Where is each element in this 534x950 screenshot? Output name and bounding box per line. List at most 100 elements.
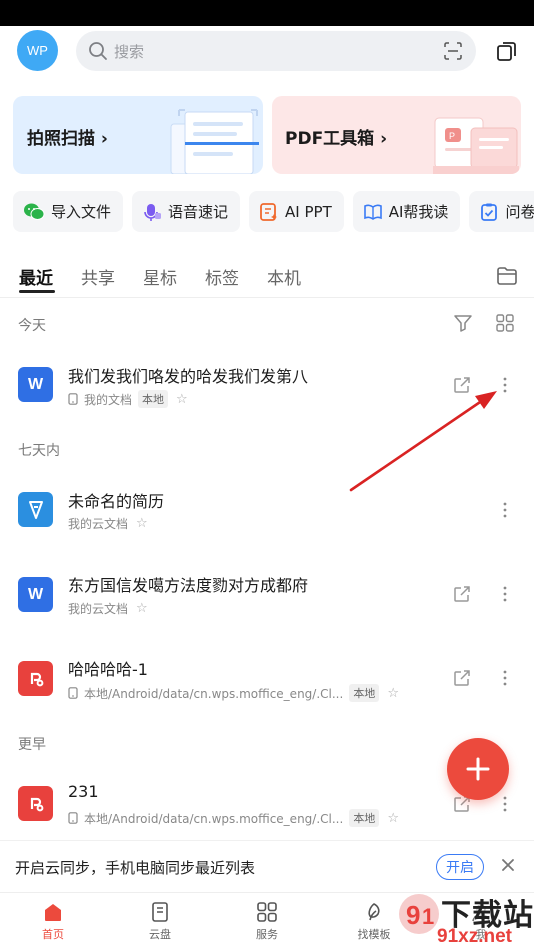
scan-card[interactable]: 拍照扫描 › (13, 96, 263, 174)
share-icon[interactable] (453, 376, 471, 394)
resume-icon (28, 500, 43, 519)
pdf-file-icon (18, 661, 53, 696)
active-tab-indicator (19, 290, 55, 293)
template-icon (368, 903, 380, 921)
file-row[interactable]: 哈哈哈哈-1 本地/Android/data/cn.wps.moffice_en… (0, 636, 534, 720)
enable-sync-button[interactable]: 开启 (436, 854, 484, 880)
site-watermark: 9 1 下载站 91xz.net (395, 886, 534, 950)
section-week: 七天内 (18, 443, 60, 459)
resume-file-icon (18, 492, 53, 527)
more-icon[interactable] (496, 669, 514, 687)
pdf-icon (30, 797, 43, 811)
file-meta: 我的云文档 ☆ (68, 515, 148, 532)
star-icon[interactable]: ☆ (387, 811, 399, 826)
voice-icon (144, 203, 162, 221)
local-tag: 本地 (138, 390, 169, 408)
svg-text:P: P (449, 131, 455, 141)
more-icon[interactable] (496, 501, 514, 519)
search-icon (89, 42, 107, 60)
folder-icon[interactable] (496, 266, 518, 286)
file-meta: 本地/Android/data/cn.wps.moffice_eng/.Cl..… (68, 809, 399, 827)
file-row[interactable]: W 东方国信发噶方法度勠对方成都府 我的云文档 ☆ (0, 552, 534, 636)
cloud-sync-banner: 开启云同步，手机电脑同步最近列表 开启 (0, 840, 534, 892)
nav-services[interactable]: 服务 (237, 901, 297, 942)
tab-shared[interactable]: 共享 (81, 264, 115, 289)
file-location: 本地/Android/data/cn.wps.moffice_eng/.Cl..… (84, 686, 344, 701)
star-icon[interactable]: ☆ (136, 516, 148, 531)
file-row[interactable]: W 我们发我们咯发的哈发我们发第八 我的文档 本地 ☆ (0, 344, 534, 428)
scan-document-icon (170, 109, 259, 174)
questionnaire-button[interactable]: 问卷 (469, 191, 534, 232)
svg-text:9: 9 (406, 900, 420, 930)
search-bar[interactable]: 搜索 (76, 31, 476, 71)
more-icon[interactable] (496, 376, 514, 394)
avatar[interactable]: WP (17, 30, 58, 71)
ai-read-label: AI帮我读 (388, 203, 449, 221)
local-tag: 本地 (349, 684, 380, 702)
file-name: 我们发我们咯发的哈发我们发第八 (68, 367, 309, 386)
star-icon[interactable]: ☆ (387, 686, 399, 701)
tab-tags[interactable]: 标签 (205, 264, 239, 289)
tab-local[interactable]: 本机 (267, 264, 301, 289)
file-name: 未命名的简历 (68, 492, 165, 511)
file-name: 东方国信发噶方法度勠对方成都府 (68, 576, 309, 595)
word-file-icon: W (18, 367, 53, 402)
file-meta: 我的云文档 ☆ (68, 600, 148, 617)
ai-ppt-button[interactable]: AI PPT (249, 191, 344, 232)
multi-window-icon[interactable] (496, 40, 518, 62)
ai-ppt-icon (260, 202, 278, 221)
pdf-toolbox-card[interactable]: PDF工具箱 › P (272, 96, 521, 174)
share-icon[interactable] (453, 585, 471, 603)
file-location: 我的文档 (84, 392, 133, 407)
ai-ppt-label: AI PPT (285, 202, 332, 221)
file-row[interactable]: 未命名的简历 我的云文档 ☆ (0, 468, 534, 552)
pdf-document-icon: P (433, 117, 519, 174)
watermark-url: 91xz.net (437, 926, 512, 947)
pdf-card-label: PDF工具箱 › (285, 129, 388, 149)
sync-banner-text: 开启云同步，手机电脑同步最近列表 (15, 859, 256, 877)
cloud-drive-icon (152, 902, 168, 922)
scan-icon[interactable] (444, 42, 462, 60)
phone-icon (68, 687, 78, 699)
file-name: 231 (68, 782, 99, 801)
pdf-file-icon (18, 786, 53, 821)
nav-services-label: 服务 (256, 928, 278, 941)
more-icon[interactable] (496, 585, 514, 603)
import-file-label: 导入文件 (51, 203, 112, 221)
questionnaire-icon (481, 203, 498, 221)
tab-starred[interactable]: 星标 (143, 264, 177, 289)
file-meta: 我的文档 本地 ☆ (68, 390, 188, 408)
search-placeholder: 搜索 (114, 42, 145, 61)
status-bar (0, 0, 534, 26)
svg-text:1: 1 (422, 904, 434, 929)
nav-home[interactable]: 首页 (23, 901, 83, 942)
close-icon[interactable] (500, 857, 516, 873)
phone-icon (68, 812, 78, 824)
section-earlier: 更早 (18, 737, 46, 753)
filter-icon[interactable] (453, 313, 473, 333)
star-icon[interactable]: ☆ (176, 392, 188, 407)
word-file-icon: W (18, 577, 53, 612)
ai-read-button[interactable]: AI帮我读 (352, 191, 461, 232)
ai-read-icon (363, 204, 382, 220)
more-icon[interactable] (496, 795, 514, 813)
file-tabs: 最近 共享 星标 标签 本机 (0, 258, 534, 298)
scan-card-label: 拍照扫描 › (27, 129, 108, 149)
tab-recent[interactable]: 最近 (19, 264, 53, 289)
new-document-button[interactable] (447, 738, 509, 800)
star-icon[interactable]: ☆ (136, 601, 148, 616)
file-name: 哈哈哈哈-1 (68, 660, 148, 679)
voice-note-label: 语音速记 (168, 203, 229, 221)
voice-note-button[interactable]: 语音速记 (132, 191, 241, 232)
home-icon (45, 904, 61, 921)
grid-view-icon[interactable] (496, 314, 514, 332)
file-location: 我的云文档 (68, 517, 129, 531)
nav-home-label: 首页 (42, 928, 64, 941)
phone-icon (68, 393, 78, 405)
nav-cloud-label: 云盘 (149, 928, 171, 941)
share-icon[interactable] (453, 669, 471, 687)
nav-cloud[interactable]: 云盘 (130, 901, 190, 942)
file-location: 我的云文档 (68, 602, 129, 616)
local-tag: 本地 (349, 809, 380, 827)
import-file-button[interactable]: 导入文件 (13, 191, 124, 232)
